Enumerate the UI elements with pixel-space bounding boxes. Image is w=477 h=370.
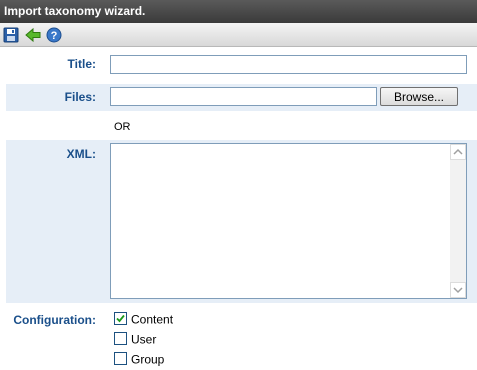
form-area: Title: Files: Browse... OR XML: Configur… <box>0 47 477 370</box>
files-label: Files: <box>64 90 96 104</box>
xml-label: XML: <box>66 147 96 161</box>
option-user[interactable]: User <box>114 332 157 349</box>
option-content[interactable]: Content <box>114 312 174 329</box>
title-input[interactable] <box>110 55 467 74</box>
back-arrow-icon[interactable] <box>25 27 41 43</box>
window-title: Import taxonomy wizard. <box>4 4 146 18</box>
group-checkbox[interactable] <box>114 352 127 366</box>
browse-button[interactable]: Browse... <box>380 87 458 106</box>
group-option-label: Group <box>131 352 165 367</box>
window-titlebar: Import taxonomy wizard. <box>0 0 477 23</box>
save-icon[interactable] <box>3 27 19 43</box>
files-input[interactable] <box>110 87 377 106</box>
option-group[interactable]: Group <box>114 352 165 369</box>
scroll-up-button[interactable] <box>450 144 466 160</box>
content-option-label: Content <box>131 312 174 327</box>
or-text: OR <box>114 121 131 133</box>
xml-textarea[interactable] <box>110 143 467 299</box>
help-icon[interactable]: ? <box>46 27 62 43</box>
toolbar: ? <box>0 23 477 47</box>
svg-text:?: ? <box>51 30 58 42</box>
scroll-down-button[interactable] <box>450 282 466 298</box>
content-checkbox[interactable] <box>114 312 127 326</box>
title-label: Title: <box>67 57 96 71</box>
user-checkbox[interactable] <box>114 332 127 346</box>
configuration-label: Configuration: <box>13 313 96 327</box>
xml-scrollbar[interactable] <box>450 144 466 298</box>
user-option-label: User <box>131 332 157 347</box>
